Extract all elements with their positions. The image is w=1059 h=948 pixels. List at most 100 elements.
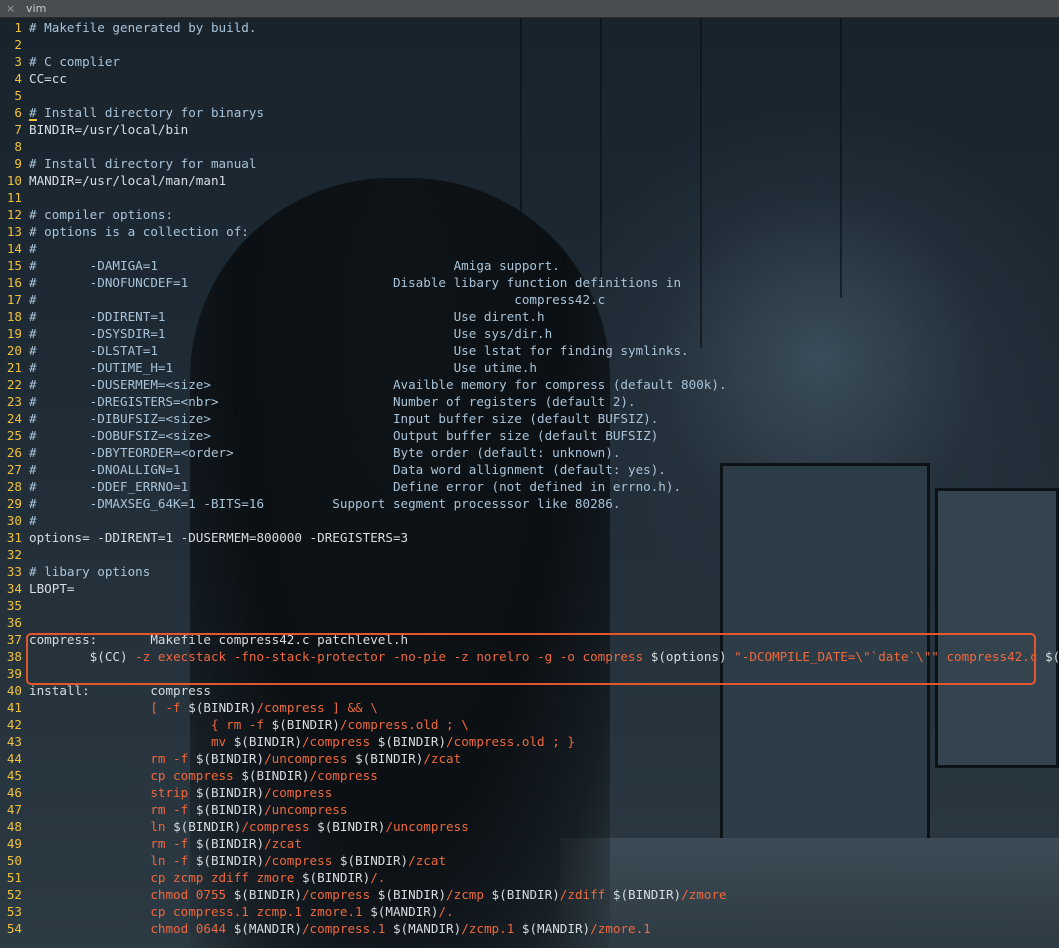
code-line[interactable]: 51 cp zcmp zdiff zmore $(BINDIR)/.	[0, 869, 1059, 886]
code-segment: ln	[29, 819, 174, 834]
line-code: rm -f $(BINDIR)/uncompress	[29, 802, 347, 817]
code-line[interactable]: 21 # -DUTIME_H=1 Use utime.h	[0, 359, 1059, 376]
line-number: 54	[6, 921, 22, 936]
code-line[interactable]: 15 # -DAMIGA=1 Amiga support.	[0, 257, 1059, 274]
code-segment: $(BINDIR)	[195, 853, 265, 868]
line-number: 3	[14, 54, 22, 69]
line-code: cp compress.1 zcmp.1 zmore.1 $(MANDIR)/.	[29, 904, 453, 919]
code-line[interactable]: 48 ln $(BINDIR)/compress $(BINDIR)/uncom…	[0, 818, 1059, 835]
code-line[interactable]: 16 # -DNOFUNCDEF=1 Disable libary functio…	[0, 274, 1059, 291]
line-number: 2	[14, 37, 22, 52]
code-line[interactable]: 12 # compiler options:	[0, 206, 1059, 223]
line-code: # -DDEF_ERRNO=1 Define error (not define…	[29, 479, 681, 494]
code-line[interactable]: 13 # options is a collection of:	[0, 223, 1059, 240]
tab-title[interactable]: vim	[26, 1, 46, 17]
code-line[interactable]: 25 # -DOBUFSIZ=<size> Output buffer size …	[0, 427, 1059, 444]
code-line[interactable]: 14 #	[0, 240, 1059, 257]
code-line[interactable]: 31 options= -DDIRENT=1 -DUSERMEM=800000 -…	[0, 529, 1059, 546]
line-code: LBOPT=	[29, 581, 75, 596]
line-number: 49	[6, 836, 22, 851]
code-line[interactable]: 40 install: compress	[0, 682, 1059, 699]
code-segment: -z execstack -fno-stack-protector -no-pi…	[135, 649, 651, 664]
code-segment: /zcat	[423, 751, 462, 766]
line-code: # Install directory for manual	[29, 156, 256, 171]
code-line[interactable]: 34 LBOPT=	[0, 580, 1059, 597]
code-segment: # -DBYTEORDER=<order> Byte order (defaul…	[29, 445, 621, 460]
code-line[interactable]: 23 # -DREGISTERS=<nbr> Number of register…	[0, 393, 1059, 410]
code-line[interactable]: 26 # -DBYTEORDER=<order> Byte order (defa…	[0, 444, 1059, 461]
line-number: 50	[6, 853, 22, 868]
code-segment: $(BINDIR)	[195, 785, 265, 800]
code-line[interactable]: 39	[0, 665, 1059, 682]
code-segment: # -DNOFUNCDEF=1 Disable libary function …	[29, 275, 682, 290]
code-segment: # -DDEF_ERRNO=1 Define error (not define…	[29, 479, 682, 494]
code-segment: # -DNOALLIGN=1 Data word allignment (def…	[29, 462, 666, 477]
line-number: 19	[6, 326, 22, 341]
code-line[interactable]: 41 [ -f $(BINDIR)/compress ] && \	[0, 699, 1059, 716]
vim-editor-buffer[interactable]: 1 # Makefile generated by build. 2 3 # C com…	[0, 19, 1059, 937]
line-code: # -DDIRENT=1 Use dirent.h	[29, 309, 545, 324]
code-line[interactable]: 28 # -DDEF_ERRNO=1 Define error (not defi…	[0, 478, 1059, 495]
line-number: 4	[14, 71, 22, 86]
code-line[interactable]: 7 BINDIR=/usr/local/bin	[0, 121, 1059, 138]
code-line[interactable]: 47 rm -f $(BINDIR)/uncompress	[0, 801, 1059, 818]
code-line[interactable]: 45 cp compress $(BINDIR)/compress	[0, 767, 1059, 784]
code-line[interactable]: 4 CC=cc	[0, 70, 1059, 87]
code-line[interactable]: 19 # -DSYSDIR=1 Use sys/dir.h	[0, 325, 1059, 342]
line-number: 27	[6, 462, 22, 477]
code-line[interactable]: 17 # compress42.c	[0, 291, 1059, 308]
code-line[interactable]: 24 # -DIBUFSIZ=<size> Input buffer size (…	[0, 410, 1059, 427]
code-line[interactable]: 37 compress: Makefile compress42.c patchl…	[0, 631, 1059, 648]
line-code: # -DIBUFSIZ=<size> Input buffer size (de…	[29, 411, 658, 426]
code-line[interactable]: 50 ln -f $(BINDIR)/compress $(BINDIR)/zc…	[0, 852, 1059, 869]
code-line[interactable]: 29 # -DMAXSEG_64K=1 -BITS=16 Support segm…	[0, 495, 1059, 512]
code-segment: $(BINDIR)	[377, 734, 447, 749]
code-line[interactable]: 27 # -DNOALLIGN=1 Data word allignment (d…	[0, 461, 1059, 478]
code-line[interactable]: 3 # C complier	[0, 53, 1059, 70]
code-line[interactable]: 42 { rm -f $(BINDIR)/compress.old ; \	[0, 716, 1059, 733]
code-line[interactable]: 1 # Makefile generated by build.	[0, 19, 1059, 36]
code-segment: /uncompress	[264, 751, 356, 766]
line-number: 20	[6, 343, 22, 358]
code-line[interactable]: 38 $(CC) -z execstack -fno-stack-protect…	[0, 648, 1059, 665]
line-number: 53	[6, 904, 22, 919]
line-code: rm -f $(BINDIR)/uncompress $(BINDIR)/zca…	[29, 751, 461, 766]
code-segment: $(BINDIR)	[271, 717, 340, 732]
line-code: $(CC) -z execstack -fno-stack-protector …	[29, 649, 1059, 664]
code-line[interactable]: 5	[0, 87, 1059, 104]
code-line[interactable]: 8	[0, 138, 1059, 155]
code-line[interactable]: 52 chmod 0755 $(BINDIR)/compress $(BINDI…	[0, 886, 1059, 903]
code-segment: /.	[370, 870, 386, 885]
code-line[interactable]: 46 strip $(BINDIR)/compress	[0, 784, 1059, 801]
code-line[interactable]: 6 # Install directory for binarys	[0, 104, 1059, 121]
close-tab-icon[interactable]: ×	[6, 1, 15, 17]
code-segment: $(MANDIR)	[392, 921, 462, 936]
code-line[interactable]: 2	[0, 36, 1059, 53]
code-line[interactable]: 22 # -DUSERMEM=<size> Availble memory for…	[0, 376, 1059, 393]
code-line[interactable]: 36	[0, 614, 1059, 631]
code-segment: $(BINDIR)	[195, 836, 265, 851]
code-line[interactable]: 44 rm -f $(BINDIR)/uncompress $(BINDIR)/…	[0, 750, 1059, 767]
code-line[interactable]: 11	[0, 189, 1059, 206]
code-line[interactable]: 53 cp compress.1 zcmp.1 zmore.1 $(MANDIR…	[0, 903, 1059, 920]
code-line[interactable]: 30 #	[0, 512, 1059, 529]
line-number: 30	[6, 513, 22, 528]
code-line[interactable]: 54 chmod 0644 $(MANDIR)/compress.1 $(MAN…	[0, 920, 1059, 937]
line-number: 13	[6, 224, 22, 239]
code-segment: $(BINDIR)	[317, 819, 386, 834]
code-line[interactable]: 32	[0, 546, 1059, 563]
code-segment: # -DUTIME_H=1 Use utime.h	[29, 360, 537, 375]
code-line[interactable]: 9 # Install directory for manual	[0, 155, 1059, 172]
code-line[interactable]: 20 # -DLSTAT=1 Use lstat for finding syml…	[0, 342, 1059, 359]
line-code: mv $(BINDIR)/compress $(BINDIR)/compress…	[29, 734, 575, 749]
line-code: cp zcmp zdiff zmore $(BINDIR)/.	[29, 870, 385, 885]
code-line[interactable]: 33 # libary options	[0, 563, 1059, 580]
code-line[interactable]: 18 # -DDIRENT=1 Use dirent.h	[0, 308, 1059, 325]
code-segment: cp compress	[29, 768, 242, 783]
line-code: # options is a collection of:	[29, 224, 249, 239]
code-line[interactable]: 10 MANDIR=/usr/local/man/man1	[0, 172, 1059, 189]
code-line[interactable]: 35	[0, 597, 1059, 614]
code-line[interactable]: 43 mv $(BINDIR)/compress $(BINDIR)/compr…	[0, 733, 1059, 750]
line-code: chmod 0644 $(MANDIR)/compress.1 $(MANDIR…	[29, 921, 651, 936]
code-line[interactable]: 49 rm -f $(BINDIR)/zcat	[0, 835, 1059, 852]
